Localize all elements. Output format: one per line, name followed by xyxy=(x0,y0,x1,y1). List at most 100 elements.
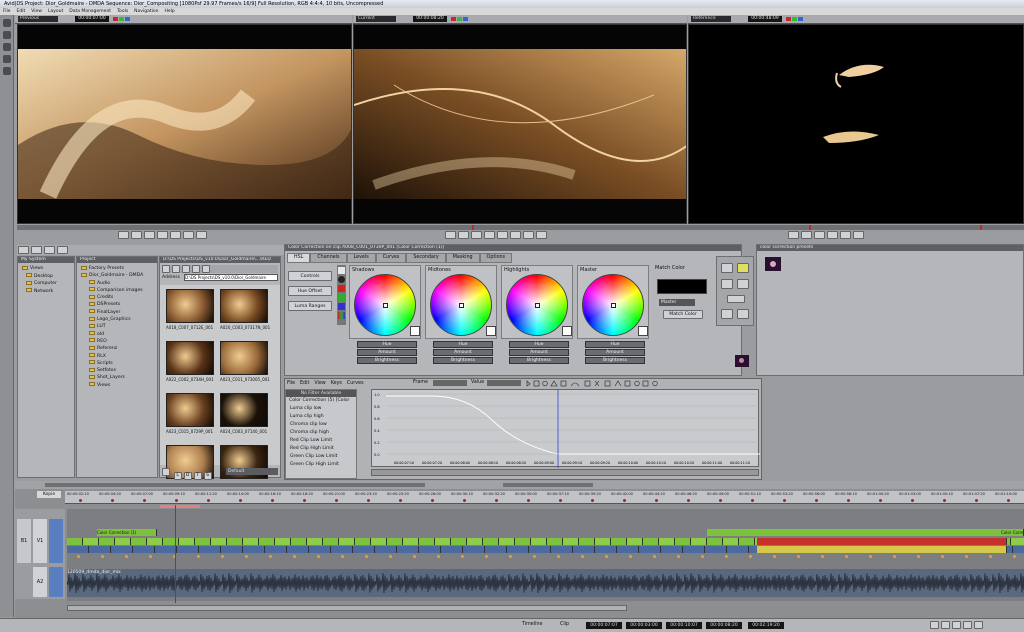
frame-input[interactable] xyxy=(433,380,467,386)
timeline-clip[interactable] xyxy=(403,538,419,545)
cc-side-button[interactable]: Controls xyxy=(288,271,332,281)
clip-thumbnail[interactable] xyxy=(166,341,214,375)
clip-keyframe[interactable] xyxy=(557,555,560,558)
clip-keyframe[interactable] xyxy=(581,555,584,558)
timeline-clip[interactable] xyxy=(265,546,287,553)
layers-tool-icon[interactable] xyxy=(3,43,11,51)
status-timecode[interactable]: 00:00:08:20 xyxy=(706,622,742,629)
wheel-control[interactable]: Amount xyxy=(357,349,417,356)
timeline-zoom[interactable] xyxy=(45,483,425,487)
curve-menu-item[interactable]: View xyxy=(314,381,325,386)
status-icon-fx[interactable] xyxy=(974,621,983,629)
cc-tab[interactable]: Curves xyxy=(375,253,407,263)
clip-keyframe[interactable] xyxy=(749,555,752,558)
timeline-clip[interactable] xyxy=(485,546,507,553)
up-icon[interactable] xyxy=(182,265,190,273)
go-end-button[interactable] xyxy=(853,231,864,239)
viewer-reference-image[interactable] xyxy=(688,24,1024,224)
clip-keyframe[interactable] xyxy=(485,555,488,558)
clip-keyframe[interactable] xyxy=(629,555,632,558)
timeline-clip[interactable] xyxy=(617,546,639,553)
wheel-center-handle[interactable] xyxy=(611,303,616,308)
clip-keyframe[interactable] xyxy=(437,555,440,558)
wheel-control[interactable]: Brightness xyxy=(585,357,645,364)
timeline-clip[interactable] xyxy=(707,538,723,545)
curve-channel-item[interactable]: Green Clip High Limit xyxy=(286,461,356,469)
clip-keyframe[interactable] xyxy=(941,555,944,558)
status-icon-grid[interactable] xyxy=(952,621,961,629)
wheel-control[interactable]: Amount xyxy=(433,349,493,356)
timeline-clip[interactable] xyxy=(467,538,483,545)
timeline-clip[interactable] xyxy=(287,546,309,553)
menu-item[interactable]: Tools xyxy=(117,9,128,14)
viewer-name[interactable]: Current xyxy=(356,16,396,22)
timeline-clip[interactable] xyxy=(307,538,323,545)
play-button[interactable] xyxy=(814,231,825,239)
timeline-zoom[interactable] xyxy=(503,483,593,487)
menu-item[interactable]: Edit xyxy=(17,9,26,14)
status-timecode[interactable]: 00:00:07:07 xyxy=(586,622,622,629)
clip-keyframe[interactable] xyxy=(821,555,824,558)
auto-icon[interactable] xyxy=(721,263,733,273)
timeline-clip[interactable] xyxy=(579,538,595,545)
curve-tool-strip[interactable] xyxy=(525,380,665,387)
viewer-name[interactable]: Reference xyxy=(691,16,731,22)
clip-keyframe[interactable] xyxy=(413,555,416,558)
cc-tab[interactable]: Levels xyxy=(346,253,376,263)
track-patch-v1[interactable] xyxy=(49,519,63,563)
browser-footer-button[interactable]: S xyxy=(203,472,212,480)
wheel-swatch[interactable] xyxy=(486,326,496,336)
timeline-clip[interactable] xyxy=(547,538,563,545)
thumbnail-button[interactable] xyxy=(44,246,55,254)
timeline-clip[interactable] xyxy=(199,546,221,553)
clip-keyframe[interactable] xyxy=(317,555,320,558)
timeline-clip[interactable] xyxy=(727,546,749,553)
match-color-button[interactable]: Match Color xyxy=(663,310,703,319)
clip-keyframe[interactable] xyxy=(197,555,200,558)
clip-thumbnail[interactable] xyxy=(220,289,268,323)
timeline-clip[interactable] xyxy=(639,546,661,553)
timeline-clip[interactable] xyxy=(683,546,705,553)
timeline-clip[interactable] xyxy=(707,529,1023,536)
timeline-clip[interactable] xyxy=(387,538,403,545)
timeline-clip[interactable] xyxy=(419,546,441,553)
wheel-center-handle[interactable] xyxy=(459,303,464,308)
timeline-clip[interactable] xyxy=(67,546,89,553)
status-timecode[interactable]: 00:02:19:20 xyxy=(748,622,784,629)
timeline-clip[interactable] xyxy=(83,538,99,545)
timeline-clip[interactable] xyxy=(515,538,531,545)
clip-keyframe[interactable] xyxy=(77,555,80,558)
wheel-control[interactable]: Amount xyxy=(509,349,569,356)
curve-menu-item[interactable]: Curves xyxy=(347,381,364,386)
timeline-clip[interactable] xyxy=(611,538,627,545)
view-button[interactable] xyxy=(18,246,29,254)
timeline-clip[interactable] xyxy=(507,546,529,553)
clip-keyframe[interactable] xyxy=(917,555,920,558)
viewer-scrub-bar[interactable] xyxy=(17,225,1024,230)
arrows-icon[interactable] xyxy=(721,309,733,319)
pen-tool-icon[interactable] xyxy=(3,19,11,27)
cc-tab[interactable]: Channels xyxy=(310,253,347,263)
timeline-clip[interactable] xyxy=(115,538,131,545)
clip-keyframe[interactable] xyxy=(101,555,104,558)
timeline-clip[interactable] xyxy=(111,546,133,553)
menu-item[interactable]: Help xyxy=(164,9,174,14)
timeline-clip[interactable] xyxy=(595,546,617,553)
go-start-button[interactable] xyxy=(788,231,799,239)
timeline-clip[interactable] xyxy=(435,538,451,545)
viewer-name[interactable]: Previous xyxy=(18,16,58,22)
stack-tool-icon[interactable] xyxy=(3,55,11,63)
viewer-channel-buttons[interactable] xyxy=(113,17,135,21)
match-color-swatch[interactable] xyxy=(657,279,707,294)
clip-keyframe[interactable] xyxy=(989,555,992,558)
clip-keyframe[interactable] xyxy=(653,555,656,558)
project-tree-item[interactable]: Referenz xyxy=(79,345,155,352)
timeline-clip[interactable] xyxy=(195,538,211,545)
timeline-clip[interactable] xyxy=(259,538,275,545)
color-wheel[interactable] xyxy=(430,274,492,336)
color-wheel[interactable] xyxy=(354,274,416,336)
eyedropper-icon[interactable] xyxy=(737,263,749,273)
clip-keyframe[interactable] xyxy=(221,555,224,558)
wipe-icon[interactable] xyxy=(727,295,745,303)
menu-item[interactable]: Data Management xyxy=(69,9,111,14)
